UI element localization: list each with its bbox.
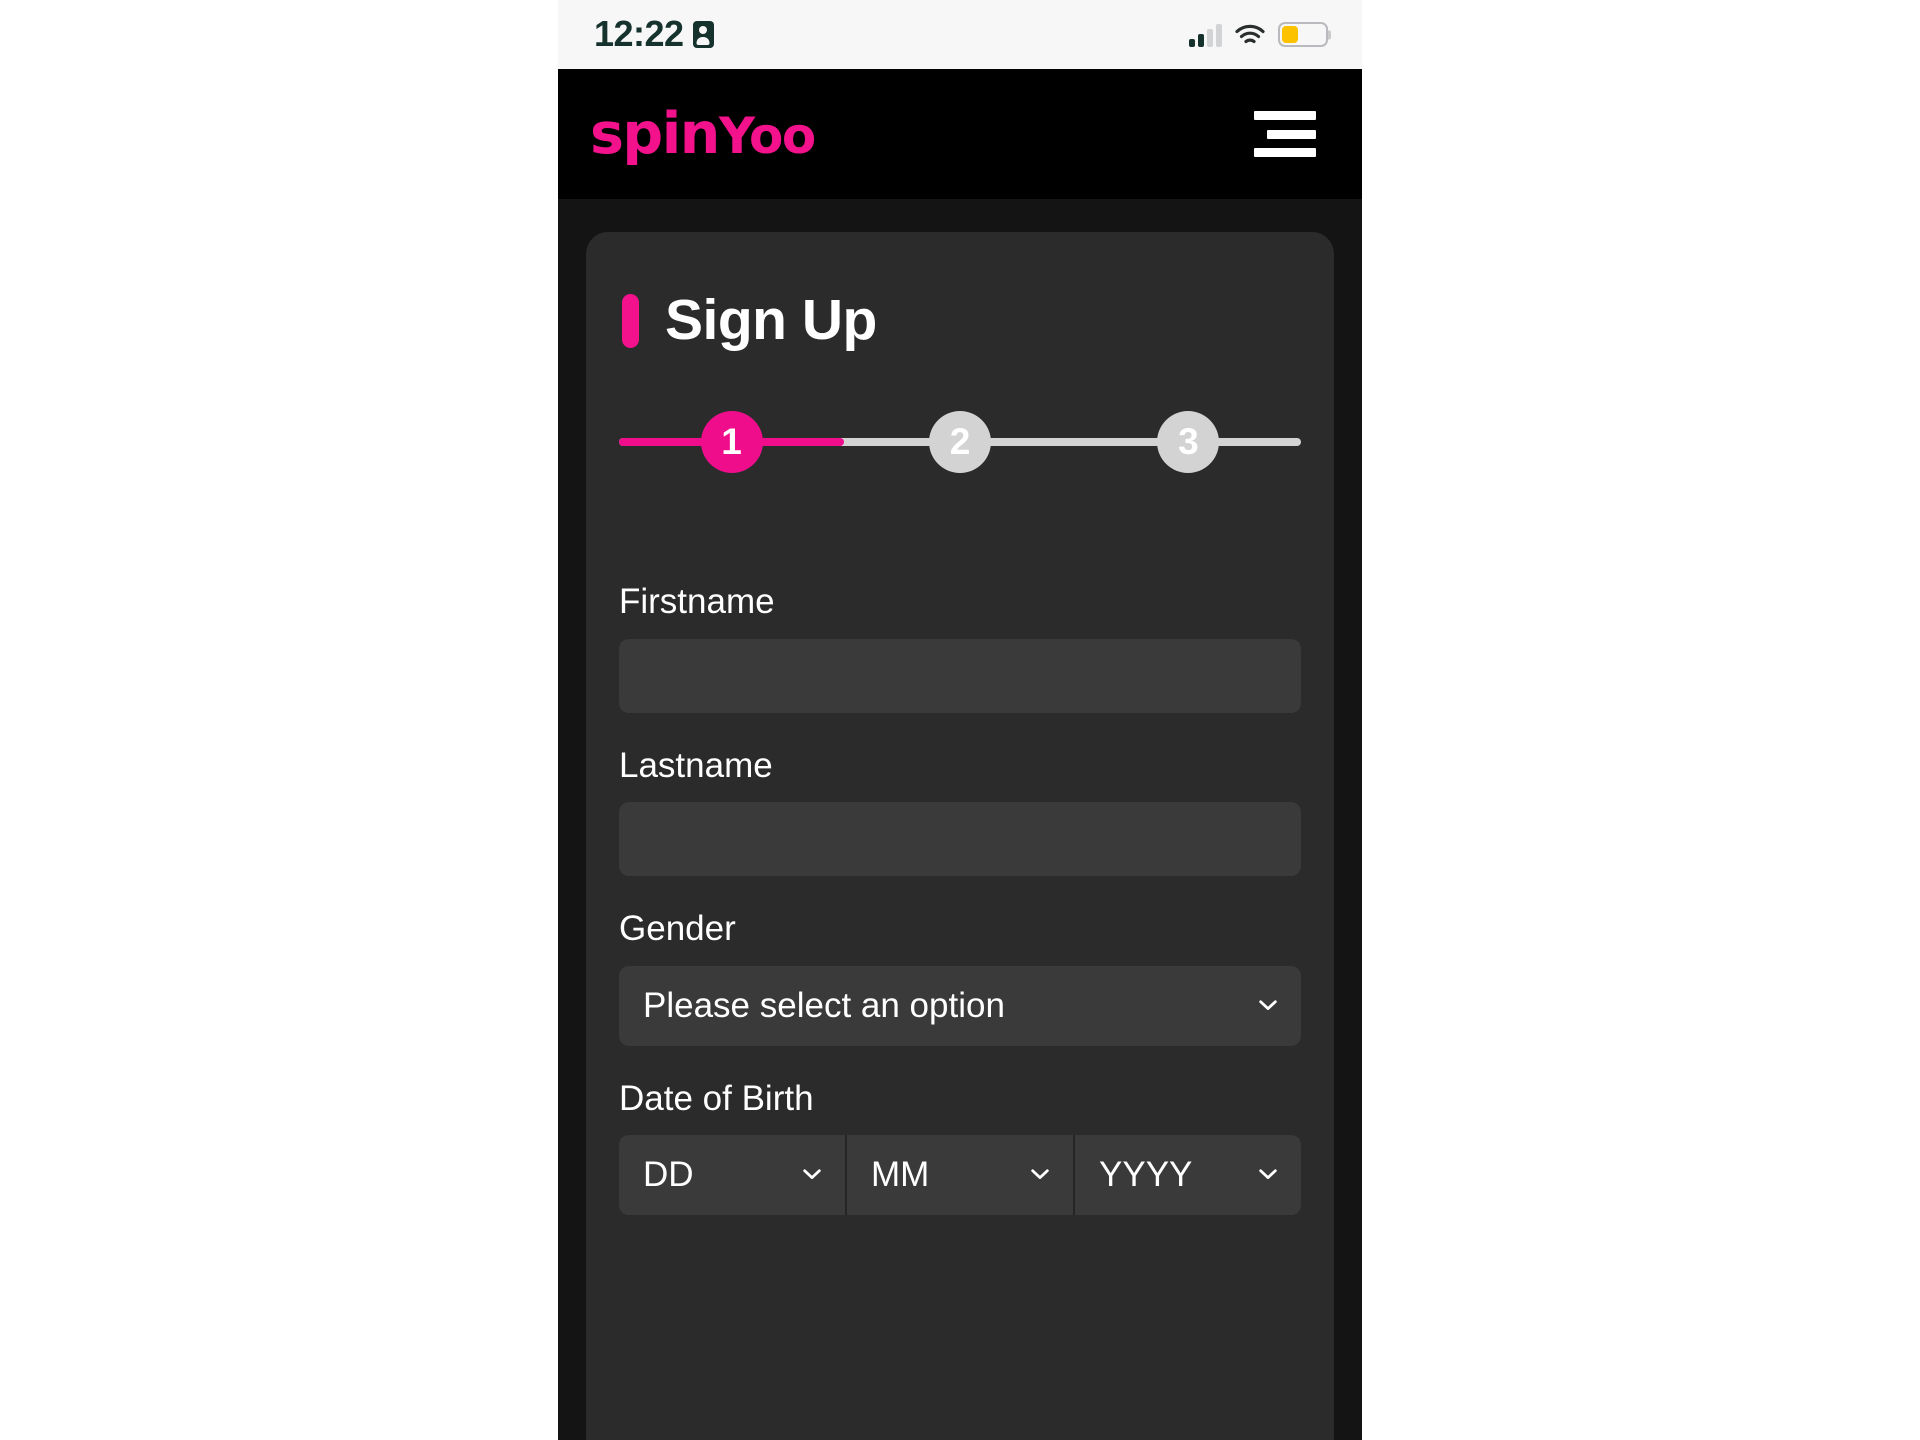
firstname-label: Firstname bbox=[619, 582, 775, 621]
dob-year-select[interactable]: YYYY bbox=[1075, 1135, 1301, 1215]
lastname-field-group: Lastname bbox=[619, 745, 1301, 876]
gender-field-group: Gender Please select an option bbox=[619, 909, 1301, 1046]
title-accent-bar bbox=[622, 293, 639, 348]
page-title: Sign Up bbox=[619, 292, 1301, 349]
dob-month-select[interactable]: MM bbox=[847, 1135, 1075, 1215]
status-bar-right bbox=[1189, 22, 1328, 47]
page-body: Sign Up 1 2 3 Firstname Lastname Gender … bbox=[558, 199, 1362, 1440]
chevron-down-icon bbox=[1257, 993, 1279, 1015]
dob-selects-row: DD MM YYYY bbox=[619, 1135, 1301, 1215]
chevron-down-icon bbox=[1029, 1163, 1051, 1185]
dob-day-value: DD bbox=[643, 1155, 694, 1194]
battery-low-icon bbox=[1278, 22, 1328, 47]
wifi-icon bbox=[1235, 24, 1265, 46]
chevron-down-icon bbox=[1257, 1163, 1279, 1185]
status-bar: 12:22 bbox=[558, 0, 1362, 69]
dob-label: Date of Birth bbox=[619, 1078, 814, 1118]
stepper-step-1[interactable]: 1 bbox=[700, 411, 763, 473]
hamburger-menu-icon[interactable] bbox=[1254, 111, 1316, 157]
signup-stepper: 1 2 3 bbox=[619, 411, 1301, 473]
lastname-input[interactable] bbox=[619, 802, 1301, 876]
dob-field-group: Date of Birth DD MM YYYY bbox=[619, 1078, 1301, 1215]
gender-selected-value: Please select an option bbox=[643, 985, 1005, 1025]
id-card-icon bbox=[692, 21, 714, 48]
dob-day-select[interactable]: DD bbox=[619, 1135, 847, 1215]
hamburger-bar-bottom bbox=[1254, 148, 1316, 157]
page-title-text: Sign Up bbox=[665, 288, 877, 352]
signup-card: Sign Up 1 2 3 Firstname Lastname Gender … bbox=[586, 232, 1334, 1440]
status-bar-left: 12:22 bbox=[594, 12, 714, 54]
stepper-step-3[interactable]: 3 bbox=[1157, 411, 1220, 473]
firstname-field-group: Firstname bbox=[619, 582, 1301, 713]
brand-logo-text-secondary: Yoo bbox=[718, 106, 816, 165]
app-header: spinYoo bbox=[558, 69, 1362, 199]
dob-month-value: MM bbox=[871, 1155, 930, 1194]
phone-viewport: 12:22 spinYoo Sign Up 1 2 3 Firstname La… bbox=[558, 0, 1362, 1440]
gender-label: Gender bbox=[619, 909, 736, 948]
dob-year-value: YYYY bbox=[1099, 1155, 1193, 1194]
firstname-input[interactable] bbox=[619, 638, 1301, 713]
hamburger-bar-middle bbox=[1267, 129, 1316, 139]
gender-select[interactable]: Please select an option bbox=[619, 965, 1301, 1046]
brand-logo-text-primary: spin bbox=[590, 100, 720, 167]
hamburger-bar-top bbox=[1254, 111, 1316, 120]
stepper-step-2[interactable]: 2 bbox=[929, 411, 991, 473]
chevron-down-icon bbox=[801, 1163, 823, 1185]
brand-logo[interactable]: spinYoo bbox=[590, 105, 816, 165]
status-bar-clock: 12:22 bbox=[594, 12, 684, 54]
cellular-signal-icon bbox=[1189, 23, 1222, 47]
lastname-label: Lastname bbox=[619, 745, 773, 785]
